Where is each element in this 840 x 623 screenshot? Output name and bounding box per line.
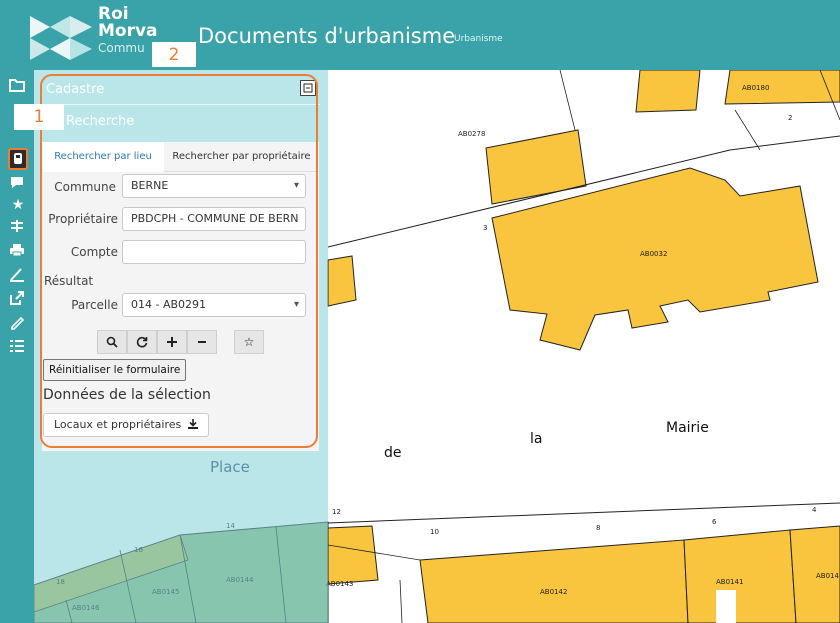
- app-title: Documents d'urbanisme: [198, 24, 456, 48]
- parcel-action-buttons: [97, 330, 217, 354]
- edit-icon[interactable]: [9, 314, 27, 332]
- print-icon[interactable]: [9, 242, 27, 260]
- commune-select[interactable]: BERNE ▾: [122, 174, 306, 198]
- parcel-value: 014 - AB0291: [131, 298, 207, 311]
- collapse-icon: [303, 83, 313, 93]
- parcel-label-ab0180: AB0180: [742, 84, 769, 92]
- list-icon[interactable]: [9, 338, 27, 356]
- street-label-la: la: [530, 431, 542, 447]
- refresh-button[interactable]: [127, 330, 157, 354]
- parcel-left-strip: [327, 255, 357, 307]
- download-icon: [187, 419, 198, 429]
- parcel-label-ab0143: AB0143: [326, 580, 353, 588]
- chevron-down-icon: ▾: [293, 180, 299, 191]
- draw-icon[interactable]: [9, 266, 27, 284]
- owner-label: Propriétaire: [48, 212, 118, 226]
- folder-icon[interactable]: [9, 78, 27, 96]
- tab-search-by-owner[interactable]: Rechercher par propriétaire: [164, 142, 319, 172]
- zoom-icon: [106, 336, 118, 348]
- cadastre-icon[interactable]: [8, 148, 28, 170]
- parcel-ab0141: [683, 529, 797, 623]
- share-icon[interactable]: [9, 290, 27, 308]
- owner-value: PBDCPH - COMMUNE DE BERN: [131, 212, 299, 225]
- parcel-label: Parcelle: [71, 298, 118, 312]
- export-label: Locaux et propriétaires: [54, 418, 182, 431]
- section-cadastre-title[interactable]: Cadastre: [46, 82, 104, 97]
- app-header: Roi Morva Commu Documents d'urbanisme Ur…: [0, 0, 840, 70]
- commune-label: Commune: [54, 180, 116, 194]
- favorite-button[interactable]: ☆: [234, 330, 264, 354]
- parcel-label-ab0032: AB0032: [640, 250, 667, 258]
- star-icon: ☆: [243, 335, 255, 349]
- svg-text:10: 10: [430, 528, 439, 536]
- parcel-ab0278-block: [635, 70, 701, 113]
- callout-2: 2: [152, 42, 196, 67]
- account-field[interactable]: [122, 240, 306, 264]
- svg-text:2: 2: [788, 114, 792, 122]
- remove-button[interactable]: [187, 330, 217, 354]
- commune-value: BERNE: [131, 179, 169, 192]
- account-label: Compte: [70, 245, 118, 259]
- brand-line-2: Morva: [98, 21, 158, 41]
- zoom-to-parcel-button[interactable]: [97, 330, 127, 354]
- add-button[interactable]: [157, 330, 187, 354]
- search-tabs: Rechercher par lieu Rechercher par propr…: [42, 142, 319, 172]
- svg-text:4: 4: [812, 506, 817, 514]
- parcel-ab0143: [327, 525, 379, 585]
- comment-icon[interactable]: [9, 174, 27, 192]
- logo-icon: [30, 16, 92, 60]
- svg-text:6: 6: [712, 518, 717, 526]
- minus-icon: [198, 341, 206, 343]
- result-label: Résultat: [44, 274, 94, 288]
- svg-text:12: 12: [332, 508, 341, 516]
- left-toolbar: ★: [0, 70, 34, 623]
- parcel-label-ab0278: AB0278: [458, 130, 485, 138]
- parcel-label-ab0141: AB0141: [716, 578, 743, 586]
- street-label-mairie: Mairie: [666, 420, 709, 436]
- measure-icon[interactable]: [9, 218, 27, 236]
- star-icon[interactable]: ★: [9, 196, 27, 214]
- reset-form-button[interactable]: Réinitialiser le formulaire: [43, 359, 187, 381]
- parcel-label-ab014: AB014: [816, 572, 839, 580]
- svg-text:8: 8: [596, 524, 600, 532]
- section-search-title[interactable]: Recherche: [66, 114, 134, 129]
- app-subtitle: Urbanisme: [454, 34, 503, 44]
- refresh-icon: [136, 336, 148, 348]
- tab-search-by-place[interactable]: Rechercher par lieu: [42, 142, 164, 172]
- chevron-down-icon: ▾: [293, 299, 299, 310]
- brand-line-3: Commu: [98, 41, 145, 55]
- parcel-select[interactable]: 014 - AB0291 ▾: [122, 293, 306, 317]
- selection-data-title: Données de la sélection: [43, 387, 211, 403]
- svg-text:3: 3: [483, 224, 487, 232]
- street-label-de: de: [384, 445, 402, 461]
- callout-1: 1: [14, 104, 64, 130]
- collapse-panel-button[interactable]: [300, 80, 316, 96]
- parcel-label-ab0142: AB0142: [540, 588, 567, 596]
- export-owners-button[interactable]: Locaux et propriétaires: [43, 413, 209, 437]
- plus-icon: [167, 337, 177, 347]
- street-label-place: Place: [210, 458, 250, 476]
- owner-field[interactable]: PBDCPH - COMMUNE DE BERN: [122, 207, 306, 231]
